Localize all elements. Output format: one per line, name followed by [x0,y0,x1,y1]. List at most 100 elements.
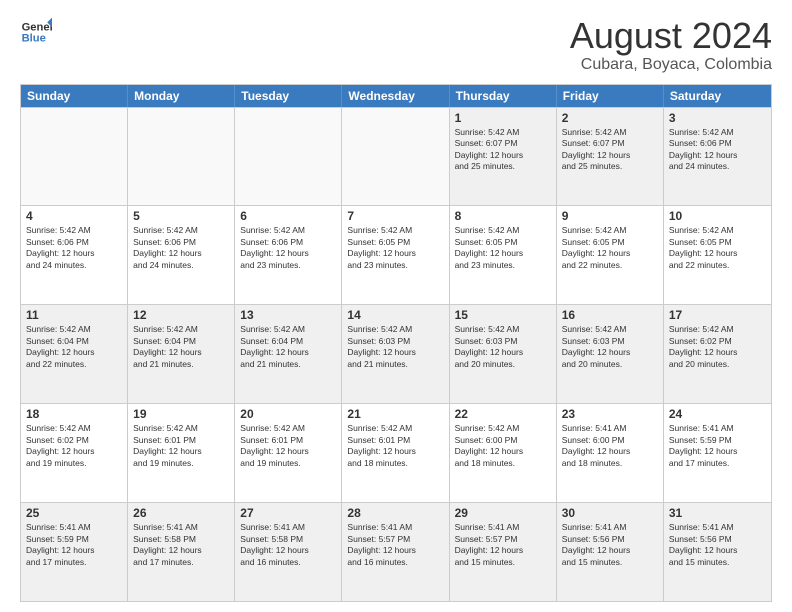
day-number: 24 [669,407,766,421]
calendar-week-3: 11Sunrise: 5:42 AM Sunset: 6:04 PM Dayli… [21,304,771,403]
cell-info: Sunrise: 5:42 AM Sunset: 6:01 PM Dayligh… [133,423,229,469]
header-day-wednesday: Wednesday [342,85,449,107]
day-number: 27 [240,506,336,520]
calendar-cell-7: 7 Sunrise: 5:42 AM Sunset: 6:05 PM Daylig… [342,206,449,304]
cell-info: Sunrise: 5:41 AM Sunset: 5:59 PM Dayligh… [669,423,766,469]
calendar-cell-29: 29Sunrise: 5:41 AM Sunset: 5:57 PM Dayli… [450,503,557,601]
day-number: 31 [669,506,766,520]
cell-info: Sunrise: 5:41 AM Sunset: 5:56 PM Dayligh… [562,522,658,568]
title-block: August 2024 Cubara, Boyaca, Colombia [570,16,772,74]
calendar-cell-14: 14Sunrise: 5:42 AM Sunset: 6:03 PM Dayli… [342,305,449,403]
day-number: 10 [669,209,766,223]
calendar-cell-27: 27 Sunrise: 5:41 AM Sunset: 5:58 PM Dayli… [235,503,342,601]
svg-text:Blue: Blue [22,33,46,45]
day-number: 15 [455,308,551,322]
calendar-cell-8: 8 Sunrise: 5:42 AM Sunset: 6:05 PM Daylig… [450,206,557,304]
day-number: 20 [240,407,336,421]
cell-info: Sunrise: 5:42 AM Sunset: 6:03 PM Dayligh… [455,324,551,370]
calendar-cell-13: 13 Sunrise: 5:42 AM Sunset: 6:04 PM Dayli… [235,305,342,403]
calendar-cell-24: 24 Sunrise: 5:41 AM Sunset: 5:59 PM Dayli… [664,404,771,502]
calendar-cell-12: 12Sunrise: 5:42 AM Sunset: 6:04 PM Dayli… [128,305,235,403]
calendar-cell-17: 17Sunrise: 5:42 AM Sunset: 6:02 PM Dayli… [664,305,771,403]
svg-text:General: General [22,21,52,33]
calendar-week-4: 18Sunrise: 5:42 AM Sunset: 6:02 PM Dayli… [21,403,771,502]
calendar-cell-6: 6 Sunrise: 5:42 AM Sunset: 6:06 PM Daylig… [235,206,342,304]
calendar-cell-19: 19 Sunrise: 5:42 AM Sunset: 6:01 PM Dayli… [128,404,235,502]
header-day-saturday: Saturday [664,85,771,107]
calendar-body: 1 Sunrise: 5:42 AM Sunset: 6:07 PM Daylig… [21,107,771,601]
cell-info: Sunrise: 5:41 AM Sunset: 5:56 PM Dayligh… [669,522,766,568]
day-number: 19 [133,407,229,421]
cell-info: Sunrise: 5:41 AM Sunset: 5:57 PM Dayligh… [347,522,443,568]
header-day-monday: Monday [128,85,235,107]
calendar-week-5: 25Sunrise: 5:41 AM Sunset: 5:59 PM Dayli… [21,502,771,601]
cell-info: Sunrise: 5:42 AM Sunset: 6:06 PM Dayligh… [133,225,229,271]
cell-info: Sunrise: 5:42 AM Sunset: 6:01 PM Dayligh… [347,423,443,469]
calendar-cell-31: 31 Sunrise: 5:41 AM Sunset: 5:56 PM Dayli… [664,503,771,601]
header-day-thursday: Thursday [450,85,557,107]
cell-info: Sunrise: 5:42 AM Sunset: 6:05 PM Dayligh… [562,225,658,271]
calendar: SundayMondayTuesdayWednesdayThursdayFrid… [20,84,772,602]
calendar-cell-23: 23 Sunrise: 5:41 AM Sunset: 6:00 PM Dayli… [557,404,664,502]
day-number: 8 [455,209,551,223]
day-number: 17 [669,308,766,322]
calendar-cell-20: 20 Sunrise: 5:42 AM Sunset: 6:01 PM Dayli… [235,404,342,502]
day-number: 22 [455,407,551,421]
calendar-cell-4: 4 Sunrise: 5:42 AM Sunset: 6:06 PM Daylig… [21,206,128,304]
calendar-cell-10: 10 Sunrise: 5:42 AM Sunset: 6:05 PM Dayli… [664,206,771,304]
calendar-cell-2: 2 Sunrise: 5:42 AM Sunset: 6:07 PM Daylig… [557,108,664,206]
day-number: 7 [347,209,443,223]
cell-info: Sunrise: 5:42 AM Sunset: 6:05 PM Dayligh… [347,225,443,271]
calendar-cell-21: 21 Sunrise: 5:42 AM Sunset: 6:01 PM Dayli… [342,404,449,502]
calendar-cell-22: 22 Sunrise: 5:42 AM Sunset: 6:00 PM Dayli… [450,404,557,502]
day-number: 23 [562,407,658,421]
page: General Blue August 2024 Cubara, Boyaca,… [0,0,792,612]
day-number: 12 [133,308,229,322]
day-number: 16 [562,308,658,322]
day-number: 4 [26,209,122,223]
cell-info: Sunrise: 5:42 AM Sunset: 6:06 PM Dayligh… [669,127,766,173]
day-number: 3 [669,111,766,125]
calendar-week-1: 1 Sunrise: 5:42 AM Sunset: 6:07 PM Daylig… [21,107,771,206]
cell-info: Sunrise: 5:41 AM Sunset: 6:00 PM Dayligh… [562,423,658,469]
calendar-cell-18: 18Sunrise: 5:42 AM Sunset: 6:02 PM Dayli… [21,404,128,502]
cell-info: Sunrise: 5:42 AM Sunset: 6:04 PM Dayligh… [26,324,122,370]
calendar-cell-11: 11Sunrise: 5:42 AM Sunset: 6:04 PM Dayli… [21,305,128,403]
day-number: 2 [562,111,658,125]
cell-info: Sunrise: 5:42 AM Sunset: 6:07 PM Dayligh… [562,127,658,173]
day-number: 25 [26,506,122,520]
cell-info: Sunrise: 5:42 AM Sunset: 6:03 PM Dayligh… [562,324,658,370]
cell-info: Sunrise: 5:42 AM Sunset: 6:02 PM Dayligh… [26,423,122,469]
header: General Blue August 2024 Cubara, Boyaca,… [20,16,772,74]
cell-info: Sunrise: 5:41 AM Sunset: 5:58 PM Dayligh… [240,522,336,568]
header-day-sunday: Sunday [21,85,128,107]
calendar-cell-empty-3 [342,108,449,206]
day-number: 30 [562,506,658,520]
day-number: 6 [240,209,336,223]
cell-info: Sunrise: 5:42 AM Sunset: 6:06 PM Dayligh… [240,225,336,271]
cell-info: Sunrise: 5:42 AM Sunset: 6:04 PM Dayligh… [240,324,336,370]
month-year-title: August 2024 [570,16,772,56]
day-number: 13 [240,308,336,322]
day-number: 21 [347,407,443,421]
cell-info: Sunrise: 5:42 AM Sunset: 6:01 PM Dayligh… [240,423,336,469]
header-day-friday: Friday [557,85,664,107]
day-number: 29 [455,506,551,520]
cell-info: Sunrise: 5:41 AM Sunset: 5:58 PM Dayligh… [133,522,229,568]
day-number: 28 [347,506,443,520]
header-day-tuesday: Tuesday [235,85,342,107]
calendar-cell-30: 30 Sunrise: 5:41 AM Sunset: 5:56 PM Dayli… [557,503,664,601]
cell-info: Sunrise: 5:42 AM Sunset: 6:07 PM Dayligh… [455,127,551,173]
cell-info: Sunrise: 5:42 AM Sunset: 6:00 PM Dayligh… [455,423,551,469]
calendar-cell-empty-0 [21,108,128,206]
cell-info: Sunrise: 5:42 AM Sunset: 6:05 PM Dayligh… [455,225,551,271]
calendar-cell-9: 9Sunrise: 5:42 AM Sunset: 6:05 PM Daylig… [557,206,664,304]
cell-info: Sunrise: 5:42 AM Sunset: 6:06 PM Dayligh… [26,225,122,271]
day-number: 1 [455,111,551,125]
calendar-cell-3: 3 Sunrise: 5:42 AM Sunset: 6:06 PM Daylig… [664,108,771,206]
calendar-cell-26: 26Sunrise: 5:41 AM Sunset: 5:58 PM Dayli… [128,503,235,601]
cell-info: Sunrise: 5:42 AM Sunset: 6:05 PM Dayligh… [669,225,766,271]
calendar-cell-5: 5Sunrise: 5:42 AM Sunset: 6:06 PM Daylig… [128,206,235,304]
location-subtitle: Cubara, Boyaca, Colombia [570,56,772,74]
logo: General Blue [20,16,52,48]
